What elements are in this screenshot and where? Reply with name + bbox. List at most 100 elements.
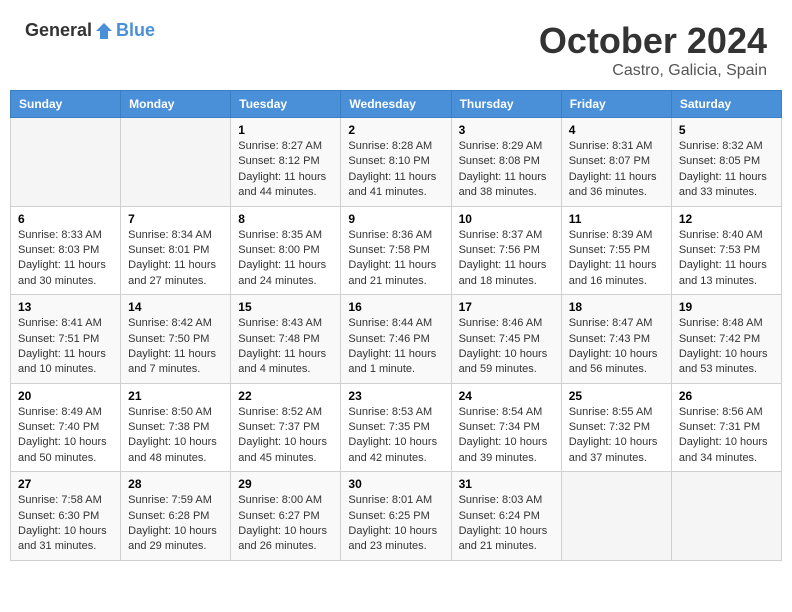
sunrise-text: Sunrise: 8:56 AM	[679, 405, 774, 420]
sunrise-text: Sunrise: 8:32 AM	[679, 139, 774, 154]
day-info: Sunrise: 8:43 AMSunset: 7:48 PMDaylight:…	[238, 316, 333, 378]
sunset-text: Sunset: 7:35 PM	[348, 420, 443, 435]
sunset-text: Sunset: 6:24 PM	[459, 509, 554, 524]
calendar-cell: 5Sunrise: 8:32 AMSunset: 8:05 PMDaylight…	[671, 118, 781, 207]
daylight-text: Daylight: 11 hours and 30 minutes.	[18, 258, 113, 289]
sunrise-text: Sunrise: 8:35 AM	[238, 228, 333, 243]
day-info: Sunrise: 8:53 AMSunset: 7:35 PMDaylight:…	[348, 405, 443, 467]
sunrise-text: Sunrise: 8:31 AM	[569, 139, 664, 154]
day-number: 29	[238, 477, 333, 491]
day-info: Sunrise: 8:03 AMSunset: 6:24 PMDaylight:…	[459, 493, 554, 555]
day-info: Sunrise: 8:54 AMSunset: 7:34 PMDaylight:…	[459, 405, 554, 467]
calendar-cell: 26Sunrise: 8:56 AMSunset: 7:31 PMDayligh…	[671, 383, 781, 472]
daylight-text: Daylight: 11 hours and 13 minutes.	[679, 258, 774, 289]
col-tuesday: Tuesday	[231, 91, 341, 118]
sunrise-text: Sunrise: 8:52 AM	[238, 405, 333, 420]
sunrise-text: Sunrise: 8:50 AM	[128, 405, 223, 420]
sunrise-text: Sunrise: 8:28 AM	[348, 139, 443, 154]
daylight-text: Daylight: 10 hours and 42 minutes.	[348, 435, 443, 466]
day-number: 16	[348, 300, 443, 314]
daylight-text: Daylight: 11 hours and 16 minutes.	[569, 258, 664, 289]
sunrise-text: Sunrise: 8:37 AM	[459, 228, 554, 243]
calendar-cell: 9Sunrise: 8:36 AMSunset: 7:58 PMDaylight…	[341, 206, 451, 295]
daylight-text: Daylight: 11 hours and 24 minutes.	[238, 258, 333, 289]
daylight-text: Daylight: 11 hours and 7 minutes.	[128, 347, 223, 378]
calendar-cell: 6Sunrise: 8:33 AMSunset: 8:03 PMDaylight…	[11, 206, 121, 295]
sunrise-text: Sunrise: 8:34 AM	[128, 228, 223, 243]
day-info: Sunrise: 8:37 AMSunset: 7:56 PMDaylight:…	[459, 228, 554, 290]
daylight-text: Daylight: 10 hours and 53 minutes.	[679, 347, 774, 378]
daylight-text: Daylight: 11 hours and 21 minutes.	[348, 258, 443, 289]
day-number: 1	[238, 123, 333, 137]
sunset-text: Sunset: 7:34 PM	[459, 420, 554, 435]
sunset-text: Sunset: 8:00 PM	[238, 243, 333, 258]
daylight-text: Daylight: 11 hours and 41 minutes.	[348, 170, 443, 201]
day-info: Sunrise: 8:46 AMSunset: 7:45 PMDaylight:…	[459, 316, 554, 378]
calendar-cell: 10 Sunrise: 8:37 AMSunset: 7:56 PMDayligh…	[451, 206, 561, 295]
day-info: Sunrise: 8:42 AMSunset: 7:50 PMDaylight:…	[128, 316, 223, 378]
sunrise-text: Sunrise: 8:46 AM	[459, 316, 554, 331]
daylight-text: Daylight: 11 hours and 38 minutes.	[459, 170, 554, 201]
sunrise-text: Sunrise: 8:43 AM	[238, 316, 333, 331]
calendar-cell: 21Sunrise: 8:50 AMSunset: 7:38 PMDayligh…	[121, 383, 231, 472]
sunrise-text: Sunrise: 8:29 AM	[459, 139, 554, 154]
day-number: 31	[459, 477, 554, 491]
sunset-text: Sunset: 8:08 PM	[459, 154, 554, 169]
calendar-cell	[561, 472, 671, 561]
daylight-text: Daylight: 10 hours and 39 minutes.	[459, 435, 554, 466]
calendar-row-2: 6Sunrise: 8:33 AMSunset: 8:03 PMDaylight…	[11, 206, 782, 295]
day-number: 28	[128, 477, 223, 491]
day-info: Sunrise: 8:39 AMSunset: 7:55 PMDaylight:…	[569, 228, 664, 290]
calendar-table: Sunday Monday Tuesday Wednesday Thursday…	[10, 90, 782, 561]
sunset-text: Sunset: 7:37 PM	[238, 420, 333, 435]
day-number: 24	[459, 389, 554, 403]
day-number: 25	[569, 389, 664, 403]
sunrise-text: Sunrise: 8:00 AM	[238, 493, 333, 508]
sunrise-text: Sunrise: 8:54 AM	[459, 405, 554, 420]
calendar-cell: 19Sunrise: 8:48 AMSunset: 7:42 PMDayligh…	[671, 295, 781, 384]
day-number: 27	[18, 477, 113, 491]
day-number: 23	[348, 389, 443, 403]
page-header: General Blue October 2024 Castro, Galici…	[10, 10, 782, 85]
calendar-cell: 2Sunrise: 8:28 AMSunset: 8:10 PMDaylight…	[341, 118, 451, 207]
calendar-cell: 4Sunrise: 8:31 AMSunset: 8:07 PMDaylight…	[561, 118, 671, 207]
sunset-text: Sunset: 7:31 PM	[679, 420, 774, 435]
sunset-text: Sunset: 7:55 PM	[569, 243, 664, 258]
day-info: Sunrise: 8:56 AMSunset: 7:31 PMDaylight:…	[679, 405, 774, 467]
col-saturday: Saturday	[671, 91, 781, 118]
sunset-text: Sunset: 8:05 PM	[679, 154, 774, 169]
day-info: Sunrise: 8:34 AMSunset: 8:01 PMDaylight:…	[128, 228, 223, 290]
daylight-text: Daylight: 11 hours and 1 minute.	[348, 347, 443, 378]
day-number: 11	[569, 212, 664, 226]
daylight-text: Daylight: 11 hours and 27 minutes.	[128, 258, 223, 289]
calendar-cell	[11, 118, 121, 207]
sunrise-text: Sunrise: 8:53 AM	[348, 405, 443, 420]
sunrise-text: Sunrise: 8:33 AM	[18, 228, 113, 243]
logo-icon	[94, 21, 114, 41]
day-number: 10	[459, 212, 554, 226]
day-number: 15	[238, 300, 333, 314]
sunset-text: Sunset: 7:43 PM	[569, 332, 664, 347]
daylight-text: Daylight: 11 hours and 44 minutes.	[238, 170, 333, 201]
col-sunday: Sunday	[11, 91, 121, 118]
sunset-text: Sunset: 7:45 PM	[459, 332, 554, 347]
day-number: 3	[459, 123, 554, 137]
calendar-cell: 27Sunrise: 7:58 AMSunset: 6:30 PMDayligh…	[11, 472, 121, 561]
day-number: 13	[18, 300, 113, 314]
daylight-text: Daylight: 11 hours and 10 minutes.	[18, 347, 113, 378]
day-info: Sunrise: 7:59 AMSunset: 6:28 PMDaylight:…	[128, 493, 223, 555]
day-number: 2	[348, 123, 443, 137]
day-info: Sunrise: 8:41 AMSunset: 7:51 PMDaylight:…	[18, 316, 113, 378]
col-thursday: Thursday	[451, 91, 561, 118]
sunset-text: Sunset: 7:40 PM	[18, 420, 113, 435]
daylight-text: Daylight: 10 hours and 31 minutes.	[18, 524, 113, 555]
calendar-cell: 22Sunrise: 8:52 AMSunset: 7:37 PMDayligh…	[231, 383, 341, 472]
calendar-cell: 11 Sunrise: 8:39 AMSunset: 7:55 PMDayligh…	[561, 206, 671, 295]
logo-blue: Blue	[116, 20, 155, 41]
day-number: 12	[679, 212, 774, 226]
day-info: Sunrise: 8:29 AMSunset: 8:08 PMDaylight:…	[459, 139, 554, 201]
calendar-cell: 30Sunrise: 8:01 AMSunset: 6:25 PMDayligh…	[341, 472, 451, 561]
sunset-text: Sunset: 7:50 PM	[128, 332, 223, 347]
day-info: Sunrise: 8:40 AMSunset: 7:53 PMDaylight:…	[679, 228, 774, 290]
day-info: Sunrise: 8:36 AMSunset: 7:58 PMDaylight:…	[348, 228, 443, 290]
